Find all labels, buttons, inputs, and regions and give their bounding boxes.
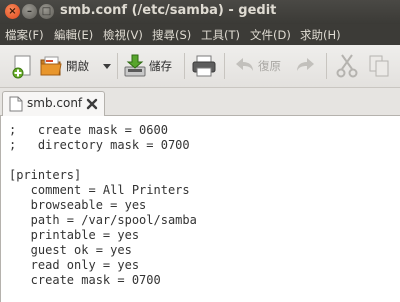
open-button[interactable]: 開啟 — [38, 51, 100, 81]
tab-smb-conf[interactable]: smb.conf — [2, 91, 105, 116]
document-tab-bar: smb.conf — [0, 88, 400, 116]
editor-line: read only = yes — [9, 258, 140, 272]
editor-line: guest ok = yes — [9, 243, 132, 257]
editor-line: create mask = 0700 — [9, 273, 161, 287]
toolbar-separator — [184, 53, 185, 79]
save-label: 儲存 — [149, 59, 172, 73]
menu-tools[interactable]: 工具(T) — [201, 27, 240, 43]
open-label: 開啟 — [66, 59, 89, 73]
editor-line: comment = All Printers — [9, 183, 190, 197]
text-editor[interactable]: ; create mask = 0600 ; directory mask = … — [0, 116, 400, 302]
close-icon[interactable] — [86, 98, 98, 110]
toolbar-separator — [326, 53, 327, 79]
new-document-button[interactable] — [8, 51, 38, 81]
editor-line: printable = yes — [9, 228, 140, 242]
maximize-window-button[interactable]: □ — [39, 4, 54, 19]
scissors-icon — [336, 54, 358, 78]
printer-icon — [192, 55, 216, 77]
print-button[interactable] — [190, 51, 218, 81]
editor-line: [printers] — [9, 168, 82, 182]
new-document-icon — [12, 55, 31, 79]
cut-button[interactable] — [334, 51, 360, 81]
menu-documents[interactable]: 文件(D) — [250, 27, 291, 43]
undo-button[interactable]: 復原 — [230, 51, 290, 81]
document-icon — [9, 96, 23, 112]
menu-search[interactable]: 搜尋(S) — [152, 27, 191, 43]
menu-edit[interactable]: 編輯(E) — [54, 27, 93, 43]
copy-button[interactable] — [366, 51, 392, 81]
close-window-button[interactable]: × — [5, 4, 20, 19]
folder-open-icon — [40, 56, 62, 76]
menu-help[interactable]: 求助(H) — [300, 27, 341, 43]
minimize-window-button[interactable]: – — [22, 4, 37, 19]
menu-bar: 檔案(F) 編輯(E) 檢視(V) 搜尋(S) 工具(T) 文件(D) 求助(H… — [0, 24, 400, 45]
menu-view[interactable]: 檢視(V) — [103, 27, 143, 43]
title-bar: × – □ smb.conf (/etc/samba) - gedit — [0, 0, 400, 24]
window-title: smb.conf (/etc/samba) - gedit — [60, 3, 277, 18]
open-recent-dropdown[interactable] — [100, 51, 114, 81]
toolbar-separator — [117, 53, 118, 79]
editor-line: ; directory mask = 0700 — [9, 138, 190, 152]
save-button[interactable]: 儲存 — [122, 51, 178, 81]
toolbar: 開啟 儲存 復原 — [0, 45, 400, 88]
menu-file[interactable]: 檔案(F) — [5, 27, 44, 43]
editor-line: ; create mask = 0600 — [9, 123, 168, 137]
save-icon — [124, 54, 146, 77]
redo-button[interactable] — [292, 51, 320, 81]
undo-icon — [236, 58, 253, 71]
undo-label: 復原 — [258, 59, 281, 73]
editor-line: path = /var/spool/samba — [9, 213, 197, 227]
chevron-down-icon — [103, 64, 111, 69]
toolbar-separator — [224, 53, 225, 79]
tab-label: smb.conf — [27, 96, 83, 110]
redo-icon — [297, 58, 314, 71]
editor-line: browseable = yes — [9, 198, 147, 212]
copy-icon — [369, 55, 389, 77]
